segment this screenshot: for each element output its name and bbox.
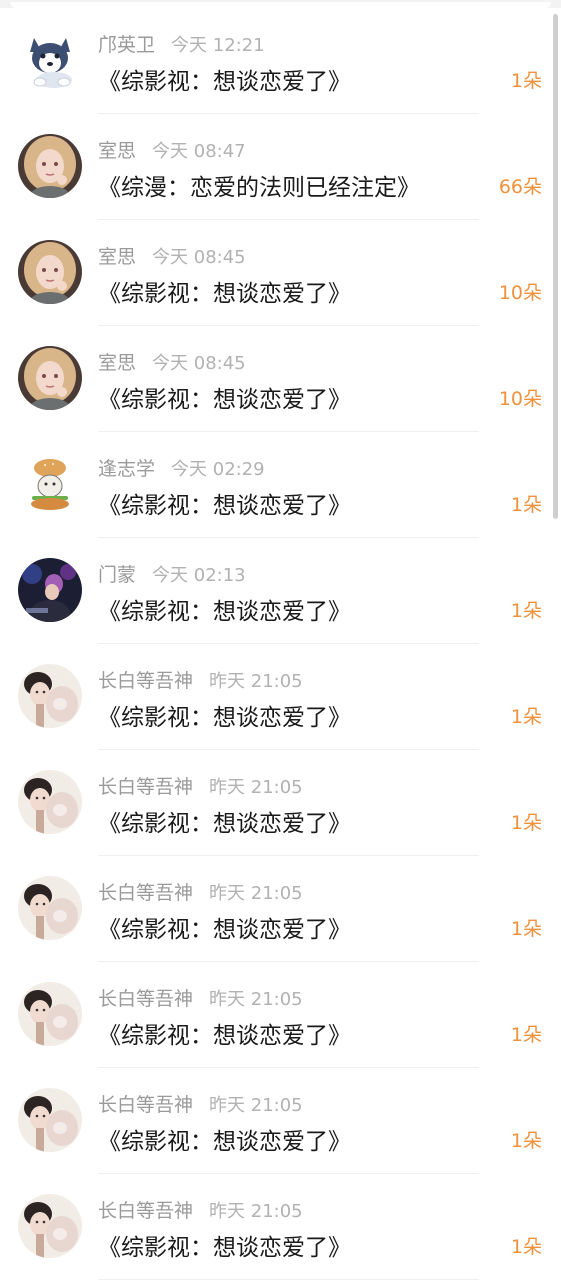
- avatar[interactable]: [18, 876, 82, 940]
- anime-girl-avatar-icon: [18, 240, 82, 304]
- flower-count: 1朵: [510, 494, 542, 516]
- book-title[interactable]: 《综影视：想谈恋爱了》: [98, 804, 351, 838]
- flower-count: 1朵: [510, 918, 542, 940]
- message-time: 昨天 21:05: [209, 1095, 303, 1116]
- list-item[interactable]: 邝英卫 今天 12:21 《综影视：想谈恋爱了》 1朵: [0, 8, 561, 114]
- sender-name[interactable]: 长白等吾神 昨天 21:05: [98, 984, 303, 1011]
- message-time: 今天 02:13: [152, 565, 246, 586]
- list-item[interactable]: 长白等吾神 昨天 21:05 《综影视：想谈恋爱了》 1朵: [0, 962, 561, 1068]
- message-time: 今天 08:45: [152, 353, 246, 374]
- book-title[interactable]: 《综影视：想谈恋爱了》: [98, 1016, 351, 1050]
- list-item[interactable]: 长白等吾神 昨天 21:05 《综影视：想谈恋爱了》 1朵: [0, 856, 561, 962]
- avatar[interactable]: [18, 558, 82, 622]
- list-item[interactable]: 室思 今天 08:47 《综漫：恋爱的法则已经注定》 66朵: [0, 114, 561, 220]
- book-title[interactable]: 《综漫：恋爱的法则已经注定》: [98, 168, 420, 202]
- list-item[interactable]: 长白等吾神 昨天 21:05 《综影视：想谈恋爱了》 1朵: [0, 644, 561, 750]
- sender-name[interactable]: 长白等吾神 昨天 21:05: [98, 666, 303, 693]
- message-time: 今天 12:21: [171, 35, 265, 56]
- anime-girl-avatar-icon: [18, 346, 82, 410]
- message-time: 昨天 21:05: [209, 777, 303, 798]
- avatar[interactable]: [18, 1088, 82, 1152]
- sender-name[interactable]: 门蒙 今天 02:13: [98, 560, 246, 587]
- sender-name[interactable]: 长白等吾神 昨天 21:05: [98, 1196, 303, 1223]
- gift-message-list: 邝英卫 今天 12:21 《综影视：想谈恋爱了》 1朵 室思 今天 08:47 《综…: [0, 8, 561, 1280]
- scrollbar[interactable]: [553, 14, 558, 519]
- flower-count: 10朵: [498, 282, 542, 304]
- girl-with-cat-avatar-icon: [18, 664, 82, 728]
- book-title[interactable]: 《综影视：想谈恋爱了》: [98, 1122, 351, 1156]
- flower-count: 66朵: [498, 176, 542, 198]
- burger-cat-avatar-icon: [18, 452, 82, 516]
- message-time: 昨天 21:05: [209, 989, 303, 1010]
- book-title[interactable]: 《综影视：想谈恋爱了》: [98, 486, 351, 520]
- book-title[interactable]: 《综影视：想谈恋爱了》: [98, 274, 351, 308]
- sender-name[interactable]: 长白等吾神 昨天 21:05: [98, 878, 303, 905]
- husky-dog-avatar-icon: [18, 28, 82, 92]
- sender-name[interactable]: 室思 今天 08:45: [98, 242, 246, 269]
- anime-girl-avatar-icon: [18, 134, 82, 198]
- book-title[interactable]: 《综影视：想谈恋爱了》: [98, 62, 351, 96]
- avatar[interactable]: [18, 664, 82, 728]
- book-title[interactable]: 《综影视：想谈恋爱了》: [98, 380, 351, 414]
- list-item[interactable]: 长白等吾神 昨天 21:05 《综影视：想谈恋爱了》 1朵: [0, 1174, 561, 1280]
- list-item[interactable]: 长白等吾神 昨天 21:05 《综影视：想谈恋爱了》 1朵: [0, 1068, 561, 1174]
- avatar[interactable]: [18, 240, 82, 304]
- list-item[interactable]: 长白等吾神 昨天 21:05 《综影视：想谈恋爱了》 1朵: [0, 750, 561, 856]
- avatar[interactable]: [18, 982, 82, 1046]
- book-title[interactable]: 《综影视：想谈恋爱了》: [98, 698, 351, 732]
- top-edge: [0, 0, 561, 8]
- performer-photo-avatar-icon: [18, 558, 82, 622]
- sender-name[interactable]: 室思 今天 08:47: [98, 136, 246, 163]
- avatar[interactable]: [18, 1194, 82, 1258]
- sender-name[interactable]: 邝英卫 今天 12:21: [98, 30, 265, 57]
- sender-name[interactable]: 逢志学 今天 02:29: [98, 454, 265, 481]
- avatar[interactable]: [18, 452, 82, 516]
- list-item[interactable]: 室思 今天 08:45 《综影视：想谈恋爱了》 10朵: [0, 220, 561, 326]
- girl-with-cat-avatar-icon: [18, 1088, 82, 1152]
- avatar[interactable]: [18, 770, 82, 834]
- flower-count: 1朵: [510, 600, 542, 622]
- sender-name[interactable]: 长白等吾神 昨天 21:05: [98, 772, 303, 799]
- girl-with-cat-avatar-icon: [18, 876, 82, 940]
- avatar[interactable]: [18, 28, 82, 92]
- message-time: 今天 08:47: [152, 141, 246, 162]
- list-item[interactable]: 室思 今天 08:45 《综影视：想谈恋爱了》 10朵: [0, 326, 561, 432]
- girl-with-cat-avatar-icon: [18, 1194, 82, 1258]
- girl-with-cat-avatar-icon: [18, 982, 82, 1046]
- sender-name[interactable]: 室思 今天 08:45: [98, 348, 246, 375]
- avatar[interactable]: [18, 134, 82, 198]
- list-item[interactable]: 门蒙 今天 02:13 《综影视：想谈恋爱了》 1朵: [0, 538, 561, 644]
- avatar[interactable]: [18, 346, 82, 410]
- message-time: 昨天 21:05: [209, 883, 303, 904]
- flower-count: 1朵: [510, 812, 542, 834]
- flower-count: 10朵: [498, 388, 542, 410]
- flower-count: 1朵: [510, 1130, 542, 1152]
- book-title[interactable]: 《综影视：想谈恋爱了》: [98, 592, 351, 626]
- book-title[interactable]: 《综影视：想谈恋爱了》: [98, 1228, 351, 1262]
- girl-with-cat-avatar-icon: [18, 770, 82, 834]
- message-time: 今天 02:29: [171, 459, 265, 480]
- sender-name[interactable]: 长白等吾神 昨天 21:05: [98, 1090, 303, 1117]
- message-time: 今天 08:45: [152, 247, 246, 268]
- flower-count: 1朵: [510, 70, 542, 92]
- flower-count: 1朵: [510, 1236, 542, 1258]
- book-title[interactable]: 《综影视：想谈恋爱了》: [98, 910, 351, 944]
- flower-count: 1朵: [510, 706, 542, 728]
- list-item[interactable]: 逢志学 今天 02:29 《综影视：想谈恋爱了》 1朵: [0, 432, 561, 538]
- flower-count: 1朵: [510, 1024, 542, 1046]
- message-time: 昨天 21:05: [209, 1201, 303, 1222]
- message-time: 昨天 21:05: [209, 671, 303, 692]
